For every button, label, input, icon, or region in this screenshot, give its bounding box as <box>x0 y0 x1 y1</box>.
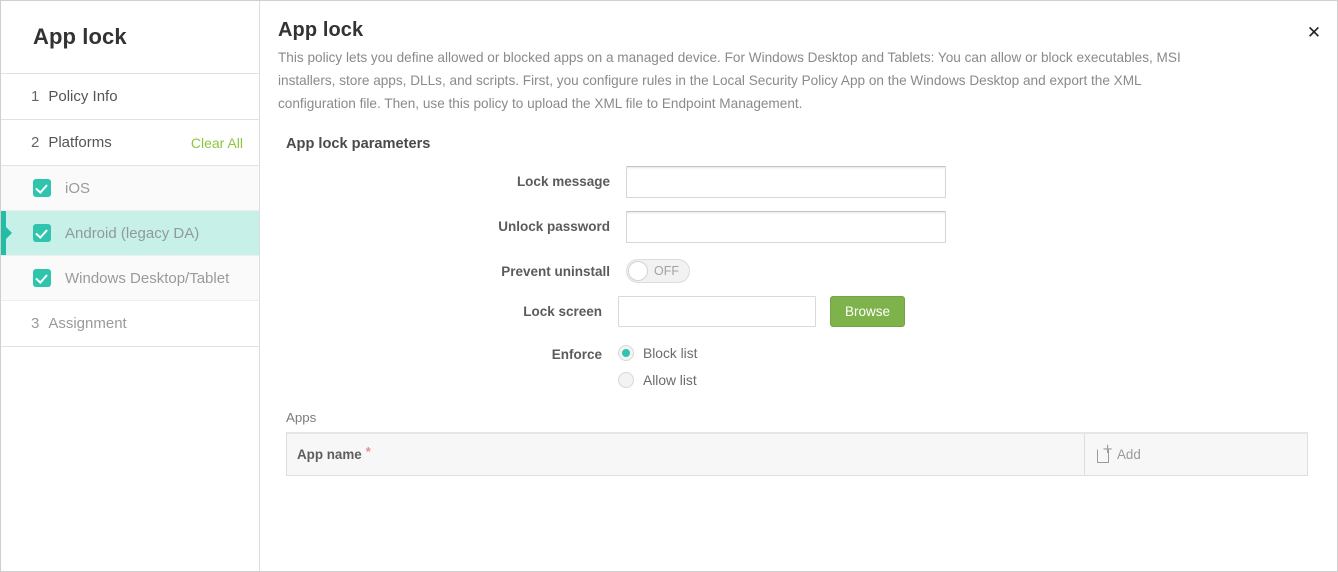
browse-button[interactable]: Browse <box>830 296 905 327</box>
sidebar-step-platforms[interactable]: 2 Platforms Clear All <box>1 120 259 166</box>
sidebar-title: App lock <box>1 1 259 74</box>
lock-screen-input[interactable] <box>618 296 816 327</box>
apps-table-header-app-name: App name * <box>287 434 1085 475</box>
field-row-prevent-uninstall: Prevent uninstall OFF <box>278 256 1337 283</box>
sidebar-step-policy-info[interactable]: 1 Policy Info <box>1 74 259 120</box>
add-file-icon <box>1097 448 1110 462</box>
radio-block-list[interactable] <box>618 345 634 361</box>
prevent-uninstall-label: Prevent uninstall <box>278 256 626 279</box>
enforce-option-block-list[interactable]: Block list <box>618 345 697 361</box>
apps-column-label: App name <box>297 447 362 462</box>
lock-message-label: Lock message <box>278 166 626 189</box>
field-row-lock-message: Lock message <box>278 166 1337 198</box>
step-number: 3 <box>31 315 39 332</box>
unlock-password-label: Unlock password <box>278 211 626 234</box>
lock-screen-control: Browse <box>618 296 905 327</box>
unlock-password-control <box>626 211 946 243</box>
add-app-button[interactable]: Add <box>1085 434 1307 475</box>
apps-caption: Apps <box>286 410 1337 425</box>
field-row-enforce: Enforce Block list <box>278 345 1337 362</box>
step-label: Platforms <box>48 134 111 151</box>
apps-section: Apps App name * Add <box>286 410 1337 476</box>
field-row-lock-screen: Lock screen Browse <box>278 296 1337 327</box>
step-label: Policy Info <box>48 88 117 105</box>
sidebar-item-android-legacy-da[interactable]: Android (legacy DA) <box>1 211 259 256</box>
step-label: Assignment <box>48 315 126 332</box>
section-title-app-lock-parameters: App lock parameters <box>286 136 1337 152</box>
close-icon[interactable]: ✕ <box>1304 23 1324 43</box>
prevent-uninstall-control: OFF <box>626 256 690 283</box>
main-panel: ✕ App lock This policy lets you define a… <box>260 1 1337 571</box>
checkbox-checked-icon[interactable] <box>33 224 51 242</box>
sidebar-item-windows-desktop-tablet[interactable]: Windows Desktop/Tablet <box>1 256 259 301</box>
field-row-enforce-allow: Allow list <box>278 372 1337 388</box>
apps-table: App name * Add <box>286 432 1308 476</box>
enforce-option-allow-list[interactable]: Allow list <box>618 372 697 388</box>
toggle-knob <box>628 261 648 281</box>
sidebar-item-label: Android (legacy DA) <box>65 225 199 242</box>
enforce-label: Enforce <box>278 345 618 362</box>
radio-label-block-list: Block list <box>643 346 697 361</box>
sidebar-item-label: Windows Desktop/Tablet <box>65 270 229 287</box>
step-number: 2 <box>31 134 39 151</box>
sidebar-item-ios[interactable]: iOS <box>1 166 259 211</box>
sidebar-step-assignment[interactable]: 3 Assignment <box>1 301 259 347</box>
radio-label-allow-list: Allow list <box>643 373 697 388</box>
sidebar-item-label: iOS <box>65 180 90 197</box>
toggle-state-label: OFF <box>654 260 679 282</box>
checkbox-checked-icon[interactable] <box>33 269 51 287</box>
field-row-unlock-password: Unlock password <box>278 211 1337 243</box>
add-app-label: Add <box>1117 447 1141 462</box>
app-lock-form: Lock message Unlock password Prevent uni… <box>278 166 1337 388</box>
prevent-uninstall-toggle[interactable]: OFF <box>626 259 690 283</box>
step-number: 1 <box>31 88 39 105</box>
enforce-label-spacer <box>278 372 618 380</box>
lock-message-input[interactable] <box>626 166 946 198</box>
required-marker: * <box>366 445 371 458</box>
unlock-password-input[interactable] <box>626 211 946 243</box>
clear-all-link[interactable]: Clear All <box>191 135 243 151</box>
wizard-sidebar: App lock 1 Policy Info 2 Platforms Clear… <box>1 1 260 571</box>
lock-message-control <box>626 166 946 198</box>
policy-description: This policy lets you define allowed or b… <box>278 46 1213 115</box>
app-lock-policy-dialog: App lock 1 Policy Info 2 Platforms Clear… <box>0 0 1338 572</box>
page-title: App lock <box>278 19 1337 42</box>
radio-allow-list[interactable] <box>618 372 634 388</box>
lock-screen-label: Lock screen <box>278 296 618 319</box>
checkbox-checked-icon[interactable] <box>33 179 51 197</box>
